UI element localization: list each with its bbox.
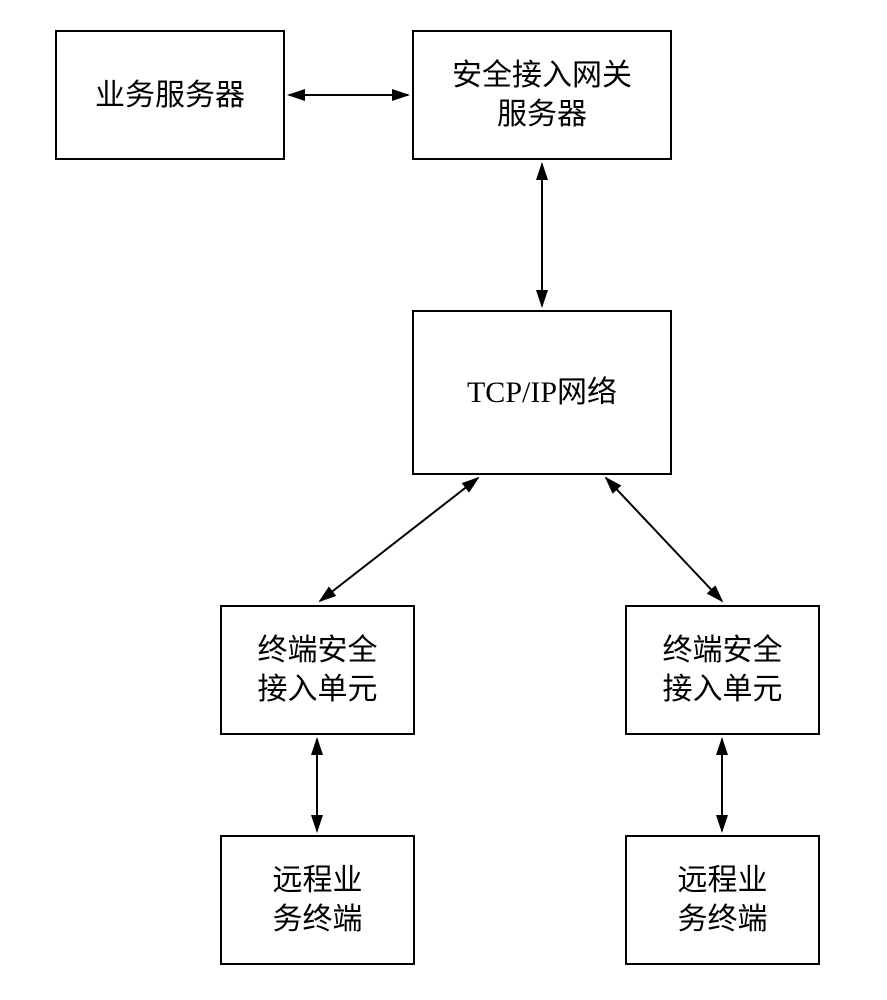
connectors <box>0 0 887 1000</box>
edge-tcpip-right-terminal <box>606 478 722 601</box>
edge-tcpip-left-terminal <box>320 478 478 601</box>
